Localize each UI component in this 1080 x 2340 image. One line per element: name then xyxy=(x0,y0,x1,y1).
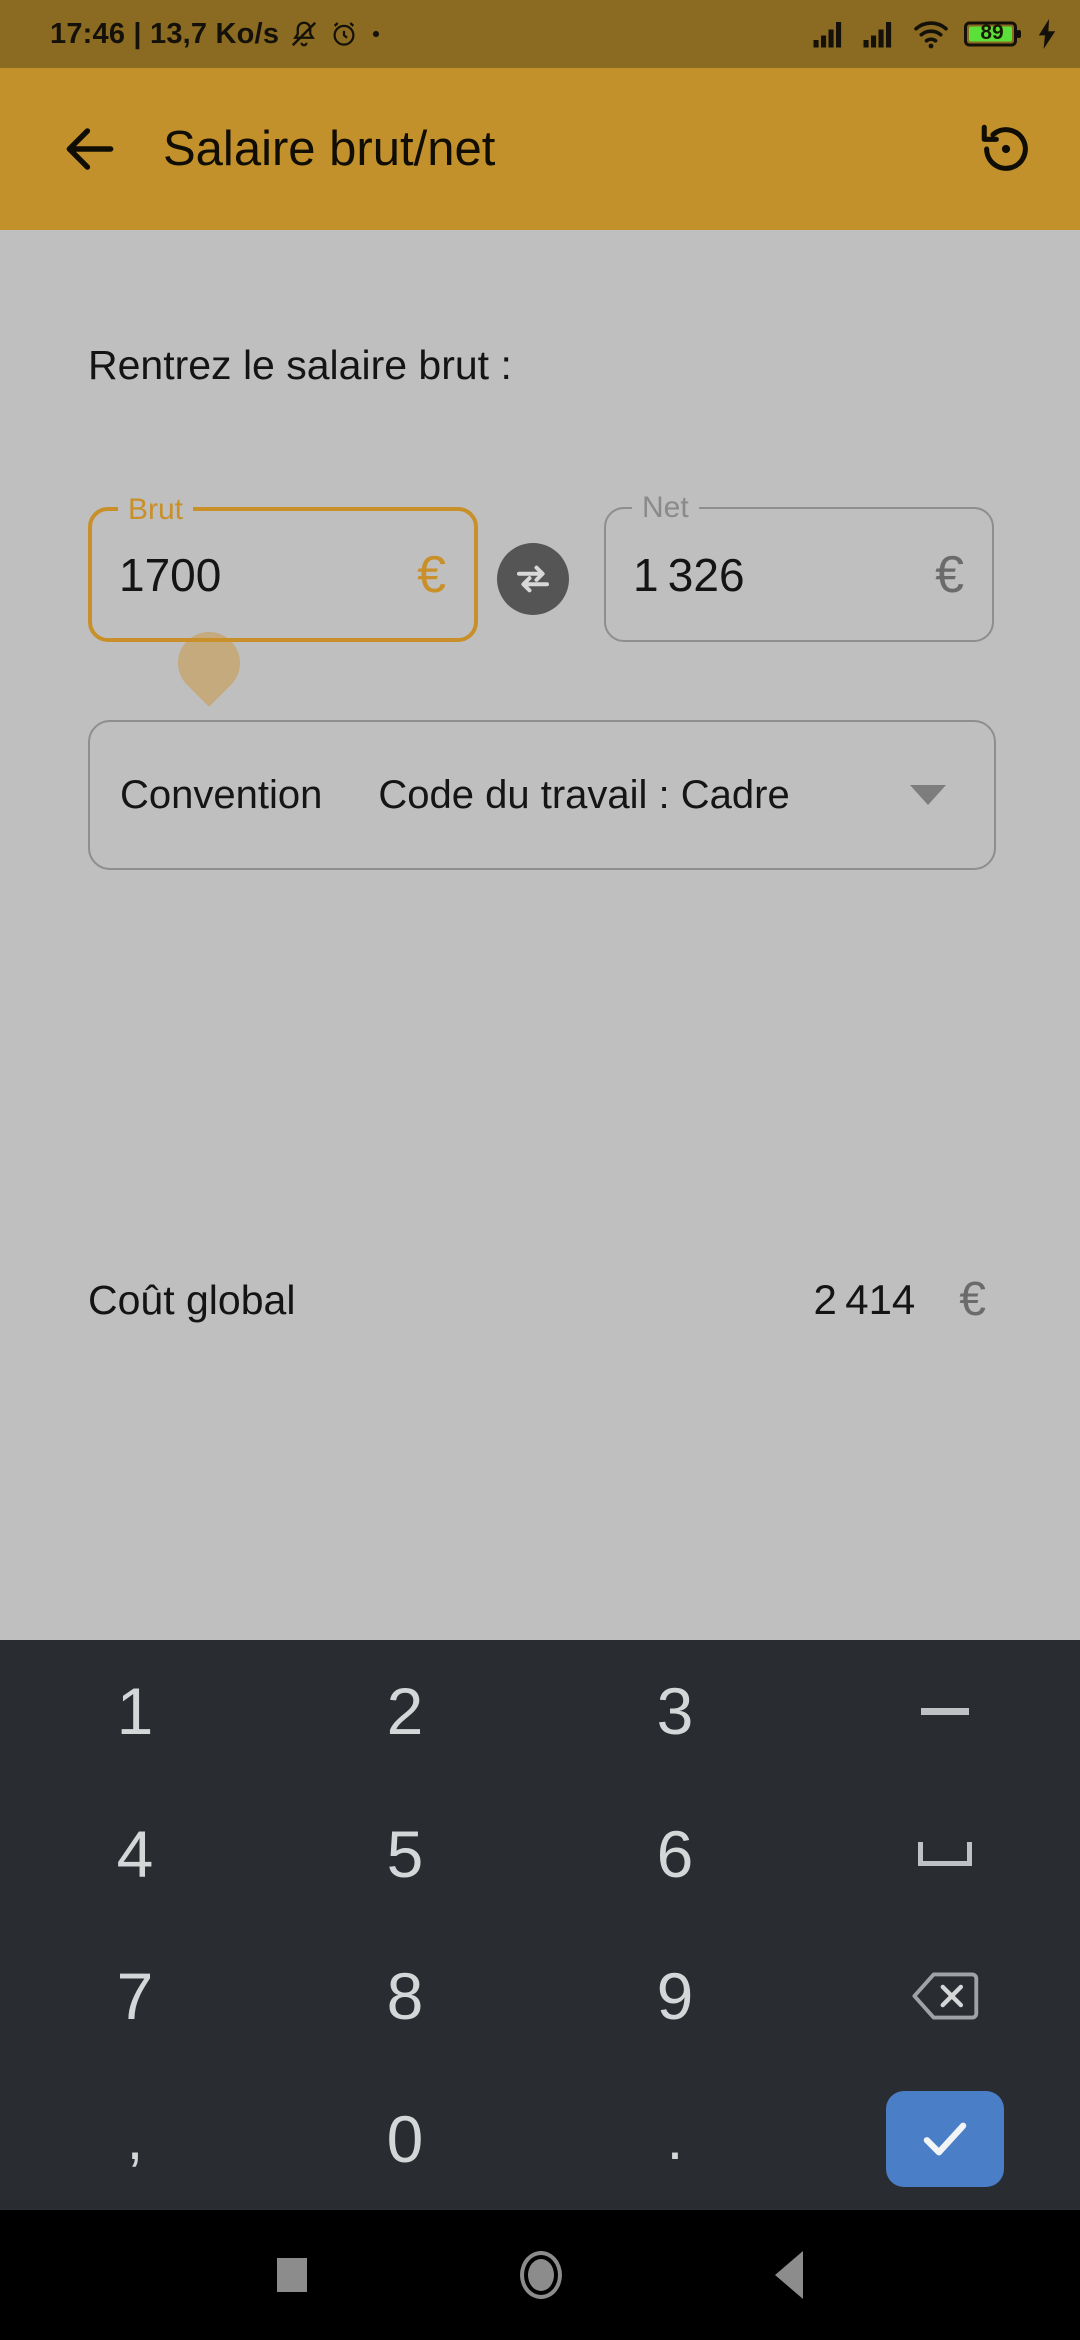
euro-icon: € xyxy=(417,545,446,604)
key-backspace[interactable] xyxy=(810,1925,1080,2068)
mute-icon xyxy=(292,21,317,47)
page-title: Salaire brut/net xyxy=(163,122,496,176)
key-9[interactable]: 9 xyxy=(540,1925,810,2068)
app-bar: Salaire brut/net xyxy=(0,68,1080,230)
home-button[interactable] xyxy=(519,2251,562,2299)
key-0[interactable]: 0 xyxy=(270,2068,540,2211)
brut-field-value: 1700 xyxy=(119,548,222,601)
prompt-text: Rentrez le salaire brut : xyxy=(88,342,512,388)
space-icon xyxy=(918,1841,972,1866)
key-label: 1 xyxy=(116,1674,154,1749)
numeric-keyboard: 1 2 3 4 5 6 7 8 9 , 0 . xyxy=(0,1640,1080,2210)
key-label: 8 xyxy=(386,1959,424,2034)
key-space[interactable] xyxy=(810,1783,1080,1926)
key-minus[interactable] xyxy=(810,1640,1080,1783)
brut-input-field[interactable]: Brut 1700 € xyxy=(88,489,478,642)
charging-bolt-icon xyxy=(1038,19,1056,49)
key-label: 3 xyxy=(656,1674,694,1749)
wifi-icon xyxy=(914,21,948,49)
swap-button[interactable] xyxy=(497,543,569,615)
key-5[interactable]: 5 xyxy=(270,1783,540,1926)
minus-icon xyxy=(921,1707,969,1715)
android-navigation-bar xyxy=(0,2210,1080,2340)
swap-arrows-icon xyxy=(516,565,550,593)
key-label: 6 xyxy=(656,1816,694,1891)
phone-screen: 17:46 | 13,7 Ko/s 89 Salaire brut/net Re… xyxy=(0,0,1080,2340)
key-label: 7 xyxy=(116,1959,154,2034)
net-field-value: 1 326 xyxy=(633,548,745,601)
brut-field-label: Brut xyxy=(118,489,194,531)
key-8[interactable]: 8 xyxy=(270,1925,540,2068)
back-button[interactable] xyxy=(40,118,140,180)
signal-icon xyxy=(813,22,842,48)
backspace-icon xyxy=(912,1972,979,2020)
main-content: Rentrez le salaire brut : Brut 1700 € Ne… xyxy=(0,230,1080,1640)
alarm-icon xyxy=(333,22,355,46)
global-cost-label: Coût global xyxy=(88,1276,296,1323)
dot-icon xyxy=(373,30,380,38)
euro-icon: € xyxy=(935,545,964,604)
global-cost-row: Coût global 2 414 € xyxy=(88,1260,996,1340)
net-field-label: Net xyxy=(632,487,699,529)
signal-icon xyxy=(863,22,892,48)
key-3[interactable]: 3 xyxy=(540,1640,810,1783)
status-bar-left: 17:46 | 13,7 Ko/s xyxy=(50,18,383,51)
key-period[interactable]: . xyxy=(540,2068,810,2211)
check-icon xyxy=(923,2122,967,2156)
salary-fields-row: Brut 1700 € Net 1 326 € xyxy=(0,485,1080,707)
key-label: 9 xyxy=(656,1959,694,2034)
status-bar-right: 89 xyxy=(812,19,1058,49)
convention-label: Convention xyxy=(120,772,323,817)
euro-icon: € xyxy=(959,1273,986,1326)
key-label: 0 xyxy=(386,2101,424,2176)
battery-percent: 89 xyxy=(980,21,1004,44)
status-bar: 17:46 | 13,7 Ko/s 89 xyxy=(0,0,1080,68)
key-label: 2 xyxy=(386,1674,424,1749)
key-label: . xyxy=(666,2105,684,2173)
key-2[interactable]: 2 xyxy=(270,1640,540,1783)
key-comma[interactable]: , xyxy=(0,2068,270,2211)
battery-indicator: 89 xyxy=(964,19,1022,49)
global-cost-value: 2 414 xyxy=(813,1276,916,1323)
key-7[interactable]: 7 xyxy=(0,1925,270,2068)
key-label: 5 xyxy=(386,1816,424,1891)
key-enter[interactable] xyxy=(810,2068,1080,2211)
recents-button[interactable] xyxy=(276,2258,307,2292)
key-4[interactable]: 4 xyxy=(0,1783,270,1926)
key-1[interactable]: 1 xyxy=(0,1640,270,1783)
chevron-down-icon xyxy=(910,785,946,805)
back-arrow-icon xyxy=(66,128,114,170)
convention-selected-value: Code du travail : Cadre xyxy=(378,772,790,817)
key-label: 4 xyxy=(116,1816,154,1891)
net-input-field[interactable]: Net 1 326 € xyxy=(604,487,994,642)
key-label: , xyxy=(126,2105,144,2173)
reset-history-icon xyxy=(981,124,1028,171)
nav-back-button[interactable] xyxy=(775,2251,804,2299)
convention-dropdown[interactable]: Convention Code du travail : Cadre xyxy=(88,720,996,870)
key-6[interactable]: 6 xyxy=(540,1783,810,1926)
status-time-and-datarate: 17:46 | 13,7 Ko/s xyxy=(50,17,280,50)
reset-button[interactable] xyxy=(977,120,1035,178)
enter-key-background xyxy=(886,2090,1004,2187)
